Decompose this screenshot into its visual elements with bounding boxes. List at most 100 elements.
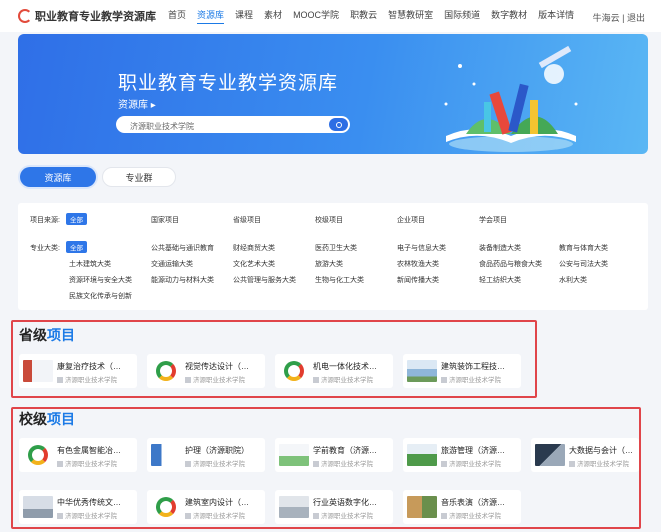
project-card[interactable]: 机电一体化技术… 济源职业技术学院 [275,354,393,388]
project-school: 济源职业技术学院 [441,510,519,520]
project-card[interactable]: 中华优秀传统文… 济源职业技术学院 [19,490,137,524]
project-card[interactable]: 旅游管理（济源… 济源职业技术学院 [403,438,521,472]
site-logo[interactable]: 职业教育专业教学资源库 [18,8,156,24]
project-logo [23,495,53,519]
school-icon [185,513,191,519]
filter-enterprise[interactable]: 企业项目 [397,215,425,225]
project-source-label: 项目来源: [30,217,60,224]
project-card[interactable]: 行业英语数字化… 济源职业技术学院 [275,490,393,524]
college-logo-icon [156,361,176,381]
search-box [116,116,350,135]
project-card[interactable]: 音乐表演（济源… 济源职业技术学院 [403,490,521,524]
category-item[interactable]: 能源动力与材料大类 [151,275,214,285]
project-logo [23,443,53,467]
category-item[interactable]: 财经商贸大类 [233,243,275,253]
project-card[interactable]: 建筑室内设计（… 济源职业技术学院 [147,490,265,524]
school-icon [441,513,447,519]
nav-item-teaching-research[interactable]: 智慧教研室 [388,8,433,24]
project-logo [407,443,437,467]
school-icon [57,461,63,467]
project-school: 济源职业技术学院 [57,458,135,468]
logo-text: 职业教育专业教学资源库 [35,11,156,23]
school-icon [313,377,319,383]
banner-subtitle[interactable]: 资源库 ▸ [118,96,156,111]
nav-item-courses[interactable]: 课程 [235,8,253,24]
category-item[interactable]: 新闻传播大类 [397,275,439,285]
project-name: 有色金属智能冶… [57,446,121,455]
project-school: 济源职业技术学院 [569,458,637,468]
project-card[interactable]: 大数据与会计（… 济源职业技术学院 [531,438,639,472]
nav-item-zhijiaoyun[interactable]: 职教云 [350,8,377,24]
project-name: 行业英语数字化… [313,498,377,507]
project-logo [151,495,181,519]
project-name: 旅游管理（济源… [441,446,505,455]
filter-panel: 项目来源: 全部 国家项目 省级项目 校级项目 企业项目 学会项目 专业大类: … [18,203,648,310]
school-icon [57,513,63,519]
category-item[interactable]: 水利大类 [559,275,587,285]
category-item[interactable]: 公共基础与通识教育 [151,243,214,253]
nav-item-mooc[interactable]: MOOC学院 [293,8,339,24]
category-item[interactable]: 交通运输大类 [151,259,193,269]
category-item[interactable]: 土木建筑大类 [69,259,111,269]
main-nav: 首页 资源库 课程 素材 MOOC学院 职教云 智慧教研室 国际频道 数字教材 … [168,8,585,24]
project-logo [407,495,437,519]
category-item[interactable]: 医药卫生大类 [315,243,357,253]
project-logo [535,443,565,467]
project-name: 中华优秀传统文… [57,498,121,507]
project-name: 护理（济源职院） [185,446,249,455]
project-name: 建筑室内设计（… [185,498,249,507]
project-card[interactable]: 有色金属智能冶… 济源职业技术学院 [19,438,137,472]
project-source-all[interactable]: 全部 [66,213,87,225]
school-section-title: 校级项目 [19,411,75,427]
project-card[interactable]: 建筑装饰工程技… 济源职业技术学院 [403,354,521,388]
category-item[interactable]: 装备制造大类 [479,243,521,253]
project-name: 学前教育（济源… [313,446,377,455]
category-item[interactable]: 文化艺术大类 [233,259,275,269]
category-item[interactable]: 民族文化传承与创新 [69,291,132,301]
tab-resource-library[interactable]: 资源库 [20,167,96,187]
nav-item-version-details[interactable]: 版本详情 [538,8,574,24]
project-card[interactable]: 视觉传达设计（… 济源职业技术学院 [147,354,265,388]
nav-item-materials[interactable]: 素材 [264,8,282,24]
project-name: 大数据与会计（… [569,446,633,455]
book-illustration-icon [444,45,578,152]
category-item[interactable]: 旅游大类 [315,259,343,269]
project-school: 济源职业技术学院 [185,374,263,384]
project-card[interactable]: 护理（济源职院） 济源职业技术学院 [147,438,265,472]
project-school: 济源职业技术学院 [57,374,135,384]
category-item[interactable]: 公安与司法大类 [559,259,608,269]
category-item[interactable]: 教育与体育大类 [559,243,608,253]
nav-item-home[interactable]: 首页 [168,8,186,24]
project-card[interactable]: 学前教育（济源… 济源职业技术学院 [275,438,393,472]
filter-society[interactable]: 学会项目 [479,215,507,225]
project-logo [151,443,181,467]
category-item[interactable]: 资源环境与安全大类 [69,275,132,285]
category-item[interactable]: 电子与信息大类 [397,243,446,253]
category-item[interactable]: 生物与化工大类 [315,275,364,285]
nav-item-resource-library[interactable]: 资源库 [197,8,225,24]
filter-school[interactable]: 校级项目 [315,215,343,225]
user-menu[interactable]: 牛海云 | 退出 [593,11,645,24]
category-item[interactable]: 轻工纺织大类 [479,275,521,285]
project-school: 济源职业技术学院 [185,510,263,520]
project-school: 济源职业技术学院 [441,458,519,468]
project-logo [23,359,53,383]
nav-item-digital-textbooks[interactable]: 数字教材 [491,8,527,24]
project-name: 视觉传达设计（… [185,362,249,371]
category-item[interactable]: 公共管理与服务大类 [233,275,296,285]
search-button[interactable] [329,118,348,131]
school-icon [313,461,319,467]
category-all[interactable]: 全部 [66,241,87,253]
college-logo-icon [156,497,176,517]
category-item[interactable]: 食品药品与粮食大类 [479,259,542,269]
project-card[interactable]: 康复治疗技术（… 济源职业技术学院 [19,354,137,388]
nav-item-international[interactable]: 国际频道 [444,8,480,24]
project-name: 康复治疗技术（… [57,362,121,371]
category-item[interactable]: 农林牧渔大类 [397,259,439,269]
search-input[interactable] [116,118,316,135]
tab-specialty-group[interactable]: 专业群 [102,167,176,187]
filter-provincial[interactable]: 省级项目 [233,215,261,225]
school-icon [441,461,447,467]
school-icon [313,513,319,519]
filter-national[interactable]: 国家项目 [151,215,179,225]
